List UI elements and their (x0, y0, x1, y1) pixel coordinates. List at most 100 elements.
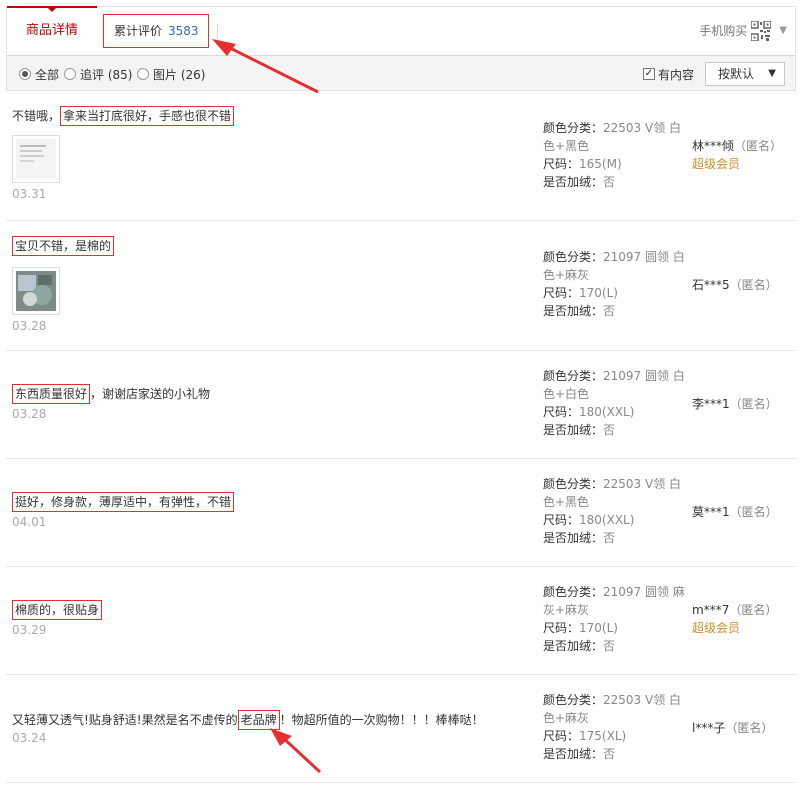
checkbox-checked-icon: ✓ (643, 68, 655, 80)
chevron-down-icon: ▼ (768, 68, 776, 79)
review-sku-info: 颜色分类：21097 圆领 白色+麻灰 尺码：170(L) 是否加绒：否 (543, 248, 688, 320)
review-photo-thumbnail[interactable] (12, 135, 60, 183)
has-content-label: 有内容 (658, 67, 695, 82)
anonymous-tag: （匿名） (729, 278, 778, 292)
tab-product-detail[interactable]: 商品详情 (7, 6, 97, 55)
filter-all-radio[interactable]: 全部 (19, 66, 59, 82)
reviewer-name: 石***5 (692, 278, 730, 292)
reviewer-info: 林***倾（匿名） 超级会员 (692, 137, 782, 173)
sku-color-label: 颜色分类： (543, 369, 604, 383)
review-text: 宝贝不错，是棉的 (12, 236, 115, 256)
anonymous-tag: （匿名） (729, 505, 778, 519)
mobile-buy-label: 手机购买 (699, 24, 748, 38)
review-text-highlight: 宝贝不错，是棉的 (12, 236, 115, 256)
vip-badge: 超级会员 (692, 157, 741, 171)
sku-fleece-label: 是否加绒： (543, 175, 604, 189)
reviewer-info: 莫***1（匿名） (692, 503, 778, 521)
reviewer-info: 李***1（匿名） (692, 395, 778, 413)
sku-size-value: 165(M) (579, 157, 622, 171)
review-date: 03.28 (12, 319, 47, 333)
review-photo-thumbnail[interactable] (12, 267, 60, 315)
review-text-plain: ，谢谢店家送的小礼物 (90, 387, 211, 401)
sku-fleece-value: 否 (603, 423, 616, 437)
tab-reviews[interactable]: 累计评价 3583 (103, 14, 209, 48)
vip-badge: 超级会员 (692, 621, 741, 635)
filter-append-label: 追评 (85) (80, 67, 133, 82)
sku-color-label: 颜色分类： (543, 693, 604, 707)
sku-size-label: 尺码： (543, 405, 580, 419)
filter-pictures-radio[interactable]: 图片 (26) (137, 66, 205, 82)
anonymous-tag: （匿名） (725, 721, 774, 735)
anonymous-tag: （匿名） (734, 139, 783, 153)
review-text: 棉质的，很贴身 (12, 600, 103, 620)
filter-append-radio[interactable]: 追评 (85) (64, 66, 132, 82)
review-text: 东西质量很好 ，谢谢店家送的小礼物 (12, 384, 211, 404)
sku-fleece-value: 否 (603, 531, 616, 545)
review-text-plain: 不错哦， (12, 109, 61, 123)
sku-fleece-label: 是否加绒： (543, 423, 604, 437)
sku-size-value: 180(XXL) (579, 405, 635, 419)
sku-fleece-label: 是否加绒： (543, 304, 604, 318)
reviewer-name: 林***倾 (692, 139, 735, 153)
has-content-checkbox[interactable]: ✓ 有内容 (643, 66, 694, 82)
review-list: 不错哦， 拿来当打底很好，手感也很不错 03.31 颜色分类：22503 V领 白… (6, 91, 796, 783)
review-sku-info: 颜色分类：21097 圆领 麻灰+麻灰 尺码：170(L) 是否加绒：否 (543, 583, 688, 655)
review-text-highlight: 棉质的，很贴身 (12, 600, 103, 620)
review-sku-info: 颜色分类：22503 V领 白色+黑色 尺码：180(XXL) 是否加绒：否 (543, 475, 688, 547)
reviewer-name: m***7 (692, 603, 730, 617)
radio-selected-icon (19, 68, 31, 80)
tab-product-detail-label: 商品详情 (25, 23, 78, 38)
review-item: 东西质量很好 ，谢谢店家送的小礼物 03.28 颜色分类：21097 圆领 白色+… (6, 351, 796, 459)
reviewer-name: 李***1 (692, 397, 730, 411)
review-text-highlight: 拿来当打底很好，手感也很不错 (60, 106, 235, 126)
review-date: 03.24 (12, 731, 47, 745)
sku-fleece-label: 是否加绒： (543, 639, 604, 653)
tab-active-caret-icon (46, 6, 58, 12)
annotation-arrow-icon (270, 728, 322, 774)
sku-size-label: 尺码： (543, 513, 580, 527)
radio-icon (64, 68, 76, 80)
qr-code-icon (750, 20, 773, 42)
tab-bar: 商品详情 累计评价 3583 手机购买 ▼ (6, 6, 796, 55)
sku-fleece-value: 否 (603, 639, 616, 653)
reviewer-name: 莫***1 (692, 505, 730, 519)
sku-fleece-value: 否 (603, 747, 616, 761)
annotation-arrow-icon (212, 39, 319, 94)
sku-size-value: 170(L) (579, 286, 618, 300)
sku-size-value: 170(L) (579, 621, 618, 635)
filter-pictures-label: 图片 (26) (153, 67, 206, 82)
review-text: 挺好，修身款，薄厚适中，有弹性，不错 (12, 492, 235, 512)
sort-dropdown[interactable]: 按默认 ▼ (705, 62, 785, 86)
review-count: 3583 (168, 24, 199, 38)
review-date: 03.31 (12, 187, 47, 201)
anonymous-tag: （匿名） (729, 603, 778, 617)
chevron-down-icon: ▼ (779, 25, 787, 36)
anonymous-tag: （匿名） (729, 397, 778, 411)
sku-size-value: 180(XXL) (579, 513, 635, 527)
reviewer-name: l***子 (692, 721, 726, 735)
review-date: 03.28 (12, 407, 47, 421)
sort-dropdown-label: 按默认 (718, 67, 755, 81)
mobile-buy-link[interactable]: 手机购买 ▼ (699, 19, 787, 43)
review-sku-info: 颜色分类：22503 V领 白色+黑色 尺码：165(M) 是否加绒：否 (543, 119, 688, 191)
review-text-plain: 又轻薄又透气!贴身舒适!果然是名不虚传的 (12, 713, 238, 727)
sku-size-label: 尺码： (543, 157, 580, 171)
review-text-highlight: 挺好，修身款，薄厚适中，有弹性，不错 (12, 492, 235, 512)
review-item: 棉质的，很贴身 03.29 颜色分类：21097 圆领 麻灰+麻灰 尺码：170… (6, 567, 796, 675)
review-item: 宝贝不错，是棉的 03.28 颜色分类：21097 圆领 白色+麻灰 尺码：17… (6, 221, 796, 351)
reviewer-info: m***7（匿名） 超级会员 (692, 601, 777, 637)
sku-color-label: 颜色分类： (543, 585, 604, 599)
review-photo-image (16, 271, 56, 311)
reviewer-info: 石***5（匿名） (692, 276, 778, 294)
sku-fleece-value: 否 (603, 304, 616, 318)
sku-size-label: 尺码： (543, 286, 580, 300)
sku-size-value: 175(XL) (579, 729, 627, 743)
review-date: 03.29 (12, 623, 47, 637)
review-sku-info: 颜色分类：22503 V领 白色+麻灰 尺码：175(XL) 是否加绒：否 (543, 691, 688, 763)
review-text: 又轻薄又透气!贴身舒适!果然是名不虚传的 老品牌 ！物超所值的一次购物！！！棒棒哒！ (12, 710, 484, 730)
filter-all-label: 全部 (35, 67, 60, 82)
sku-fleece-value: 否 (603, 175, 616, 189)
sku-size-label: 尺码： (543, 729, 580, 743)
radio-icon (137, 68, 149, 80)
review-text-plain: ！物超所值的一次购物！！！棒棒哒！ (279, 713, 484, 727)
